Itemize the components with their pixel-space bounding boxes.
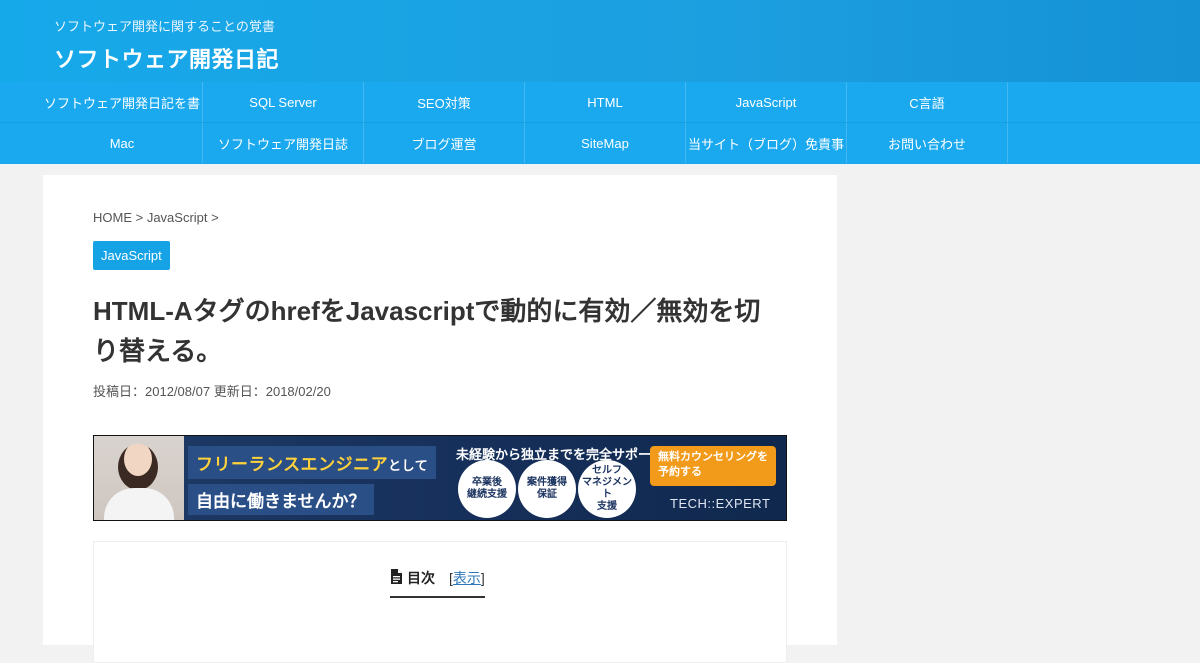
article-main: HOME > JavaScript > JavaScript HTML-Aタグの… [43,175,837,663]
ad-line-1: フリーランスエンジニアとして [188,446,437,479]
nav-item-contact[interactable]: お問い合わせ [847,123,1008,163]
updated-label: 更新日： [213,384,266,399]
nav-item-mac[interactable]: Mac [42,123,203,163]
toc-title: 目次 [407,570,435,586]
nav-item-software-journal[interactable]: ソフトウェア開発日誌 [203,123,364,163]
ad-line-1-suffix: として [388,458,429,473]
toc-bracket-close: ] [480,570,485,586]
toc-show-link[interactable]: 表示 [453,570,481,586]
nav-item-c-language[interactable]: C言語 [847,82,1008,122]
document-icon [390,569,403,587]
breadcrumb-separator: > [207,210,219,225]
ad-feature-3-text: セルフ マネジメント 支援 [582,465,632,512]
category-badge[interactable]: JavaScript [93,241,170,270]
nav-item-sitemap[interactable]: SiteMap [525,123,686,163]
breadcrumb: HOME > JavaScript > [93,210,219,225]
ad-person-image [94,436,184,520]
ad-feature-1-text: 卒業後 継続支援 [467,477,507,500]
nav-item-sql-server[interactable]: SQL Server [203,82,364,122]
ad-cta-button[interactable]: 無料カウンセリングを予約する [650,446,776,486]
nav-item-software-diary[interactable]: ソフトウェア開発日記を書 [42,82,203,122]
site-header: ソフトウェア開発に関することの覚書 ソフトウェア開発日記 [0,0,1200,82]
ad-feature-circle-2: 案件獲得 保証 [518,460,576,518]
toc-toggle: [表示] [449,568,485,588]
ad-feature-2-text: 案件獲得 保証 [527,477,567,500]
nav-item-html[interactable]: HTML [525,82,686,122]
breadcrumb-separator: > [132,210,147,225]
nav-item-blog-management[interactable]: ブログ運営 [364,123,525,163]
ad-line-1-highlight: フリーランスエンジニア [196,455,389,474]
breadcrumb-category-link[interactable]: JavaScript [147,210,208,225]
ad-line-2: 自由に働きませんか？ [188,484,374,515]
ad-banner[interactable]: フリーランスエンジニアとして 自由に働きませんか？ 未経験から独立までを完全サポ… [93,435,787,521]
nav-row-2: Mac ソフトウェア開発日誌 ブログ運営 SiteMap 当サイト（ブログ）免責… [42,123,1008,163]
ad-feature-circle-1: 卒業後 継続支援 [458,460,516,518]
posted-date: 2012/08/07 [145,384,211,399]
ad-person-body [104,488,174,520]
toc-header: 目次 [表示] [390,568,485,598]
site-tagline: ソフトウェア開発に関することの覚書 [54,19,275,34]
nav-item-disclaimer[interactable]: 当サイト（ブログ）免責事 [686,123,847,163]
ad-person-head [118,444,158,490]
ad-feature-circle-3: セルフ マネジメント 支援 [578,460,636,518]
nav-item-javascript[interactable]: JavaScript [686,82,847,122]
site-title[interactable]: ソフトウェア開発日記 [54,42,279,74]
post-title: HTML-AタグのhrefをJavascriptで動的に有効／無効を切り替える。 [93,296,761,366]
posted-label: 投稿日： [93,384,146,399]
nav-row-1: ソフトウェア開発日記を書 SQL Server SEO対策 HTML JavaS… [42,82,1008,122]
post-dates: 投稿日：2012/08/07 更新日：2018/02/20 [93,381,331,400]
updated-date: 2018/02/20 [265,384,331,399]
global-nav: ソフトウェア開発日記を書 SQL Server SEO対策 HTML JavaS… [0,82,1200,164]
nav-item-seo[interactable]: SEO対策 [364,82,525,122]
breadcrumb-home-link[interactable]: HOME [93,210,132,225]
table-of-contents: 目次 [表示] [93,541,787,663]
ad-logo: TECH::EXPERT [670,496,771,511]
